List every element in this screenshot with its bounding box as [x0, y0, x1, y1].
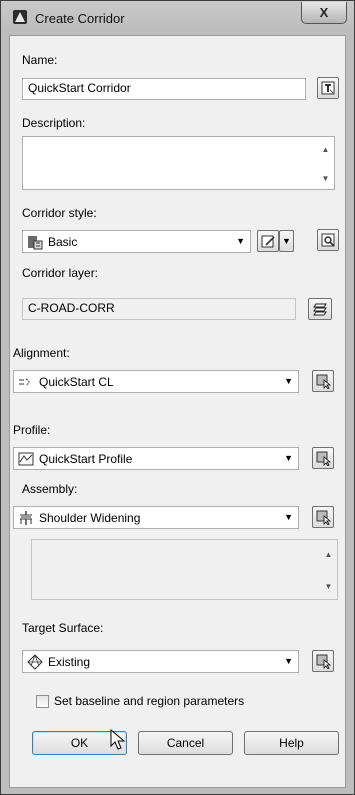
profile-select[interactable]: QuickStart Profile ▼	[13, 447, 299, 470]
edit-style-button[interactable]	[257, 230, 279, 252]
alignment-select[interactable]: QuickStart CL ▼	[13, 370, 299, 393]
ok-button-label: OK	[70, 736, 89, 750]
name-template-icon	[321, 81, 335, 95]
help-button-label: Help	[279, 736, 304, 750]
scroll-up-icon[interactable]: ▲	[321, 145, 330, 154]
target-surface-select[interactable]: Existing ▼	[22, 650, 299, 673]
assembly-value: Shoulder Widening	[39, 510, 141, 525]
chevron-down-icon: ▼	[282, 236, 291, 246]
chevron-down-icon: ▼	[284, 512, 293, 522]
pick-surface-button[interactable]	[312, 650, 334, 672]
layer-icon	[313, 303, 327, 316]
edit-style-icon	[261, 235, 275, 247]
close-button[interactable]: X	[301, 2, 347, 24]
assembly-description-field: ▲ ▼	[31, 539, 338, 600]
dialog-body: Name: QuickStart Corridor Description: ▲…	[9, 35, 346, 788]
pick-profile-button[interactable]	[312, 447, 334, 469]
cancel-button[interactable]: Cancel	[138, 731, 233, 755]
corridor-style-select[interactable]: Basic ▼	[22, 230, 251, 253]
layer-button[interactable]	[308, 298, 332, 320]
target-surface-value: Existing	[48, 654, 91, 669]
corridor-style-icon	[28, 235, 43, 249]
corridor-style-label: Corridor style:	[22, 206, 97, 220]
scroll-up-icon: ▲	[324, 550, 333, 559]
pick-alignment-button[interactable]	[312, 370, 334, 392]
pick-from-drawing-icon	[316, 451, 331, 466]
dialog-title: Create Corridor	[35, 11, 125, 26]
preview-style-button[interactable]	[317, 229, 339, 251]
profile-value: QuickStart Profile	[39, 451, 133, 466]
alignment-label: Alignment:	[13, 346, 70, 360]
title-bar[interactable]: Create Corridor X	[1, 1, 354, 35]
pick-from-drawing-icon	[316, 510, 331, 525]
assembly-icon	[20, 510, 32, 525]
pick-assembly-button[interactable]	[312, 506, 334, 528]
baseline-params-label[interactable]: Set baseline and region parameters	[54, 694, 244, 708]
alignment-icon	[19, 378, 30, 385]
description-label: Description:	[22, 116, 86, 130]
target-surface-label: Target Surface:	[22, 621, 104, 635]
edit-style-dropdown[interactable]: ▼	[279, 230, 294, 252]
profile-icon	[18, 452, 34, 465]
chevron-down-icon: ▼	[284, 453, 293, 463]
create-corridor-dialog: Create Corridor X Name: QuickStart Corri…	[0, 0, 355, 795]
name-field[interactable]: QuickStart Corridor	[22, 78, 306, 100]
alignment-value: QuickStart CL	[39, 374, 114, 389]
corridor-layer-field[interactable]: C-ROAD-CORR	[22, 298, 296, 320]
chevron-down-icon: ▼	[284, 656, 293, 666]
profile-label: Profile:	[13, 423, 51, 437]
preview-style-icon	[321, 233, 335, 247]
corridor-style-value: Basic	[48, 234, 78, 249]
chevron-down-icon: ▼	[236, 236, 245, 246]
mouse-cursor-icon	[110, 729, 126, 750]
name-label: Name:	[22, 53, 58, 67]
surface-icon	[27, 653, 43, 670]
pick-from-drawing-icon	[316, 374, 331, 389]
scroll-down-icon[interactable]: ▼	[321, 174, 330, 183]
chevron-down-icon: ▼	[284, 376, 293, 386]
assembly-select[interactable]: Shoulder Widening ▼	[13, 506, 299, 529]
corridor-layer-label: Corridor layer:	[22, 266, 99, 280]
help-button[interactable]: Help	[244, 731, 339, 755]
description-field[interactable]: ▲ ▼	[22, 136, 335, 190]
scroll-down-icon: ▼	[324, 582, 333, 591]
assembly-label: Assembly:	[22, 482, 78, 496]
cancel-button-label: Cancel	[166, 736, 205, 750]
name-template-button[interactable]	[317, 77, 339, 99]
pick-from-drawing-icon	[316, 654, 331, 669]
app-icon	[13, 10, 27, 24]
close-icon: X	[319, 5, 329, 20]
baseline-params-checkbox[interactable]	[36, 695, 49, 708]
